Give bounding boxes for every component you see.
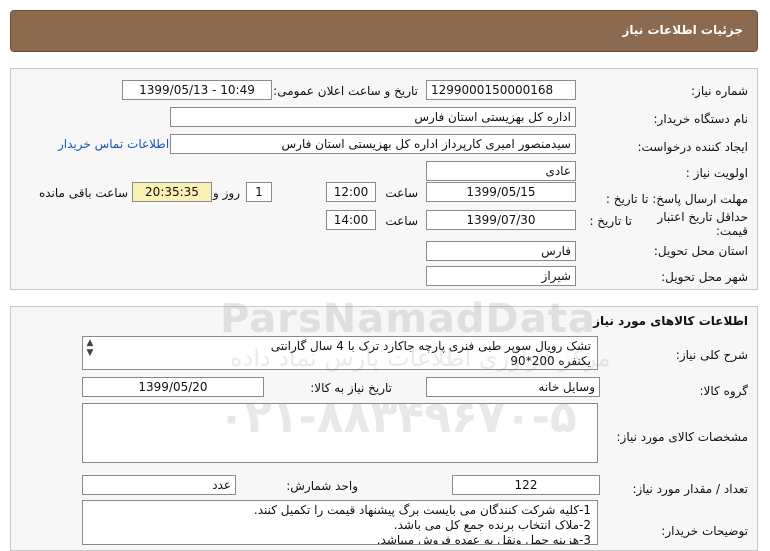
days-remaining-field: 1 [246, 182, 272, 202]
announce-datetime-field: 1399/05/13 - 10:49 [122, 80, 272, 100]
scroll-arrows-icon[interactable]: ▲ ▼ [84, 338, 96, 358]
city-field: شیراز [426, 266, 576, 286]
deadline-time-label: ساعت [385, 186, 418, 200]
announce-datetime-label: تاریخ و ساعت اعلان عمومی: [273, 84, 418, 98]
priority-label: اولویت نیاز : [685, 166, 748, 180]
province-label: استان محل تحویل: [653, 244, 748, 258]
page-header: جزئیات اطلاعات نیاز [10, 10, 758, 52]
buyer-notes-box[interactable]: 1-کلیه شرکت کنندگان می بایست برگ پیشنهاد… [82, 500, 598, 545]
validity-time-field: 14:00 [326, 210, 376, 230]
specs-box[interactable] [82, 403, 598, 463]
goods-group-label: گروه کالا: [699, 384, 749, 398]
need-date-label: تاریخ نیاز به کالا: [310, 381, 392, 395]
days-label: روز و [213, 186, 240, 200]
buyer-org-field: اداره کل بهزیستی استان فارس [170, 107, 576, 127]
description-label: شرح کلی نیاز: [675, 348, 748, 362]
need-number-field: 1299000150000168 [426, 80, 576, 100]
buyer-note-1: 1-کلیه شرکت کنندگان می بایست برگ پیشنهاد… [253, 503, 591, 517]
priority-field: عادی [426, 161, 576, 181]
creator-label: ایجاد کننده درخواست: [637, 140, 748, 154]
goods-group-field: وسایل خانه [426, 377, 600, 397]
validity-to-date-label: تا تاریخ : [589, 214, 632, 228]
quantity-label: تعداد / مقدار مورد نیاز: [632, 482, 748, 496]
deadline-time-field: 12:00 [326, 182, 376, 202]
buyer-contact-link[interactable]: اطلاعات تماس خریدار [58, 137, 169, 151]
description-box[interactable]: ▲ ▼ تشک رویال سوپر طبی فنری پارچه جاکارد … [82, 336, 598, 370]
remaining-label: ساعت باقی مانده [38, 186, 128, 200]
specs-label: مشخصات کالای مورد نیاز: [616, 430, 748, 444]
goods-section-title: اطلاعات کالاهای مورد نیاز [593, 314, 748, 328]
unit-label: واحد شمارش: [286, 479, 358, 493]
price-validity-label-text: حداقل تاریخ اعتبار قیمت: [657, 210, 748, 238]
description-line-2: یکنفره 200*90 [510, 354, 591, 368]
remaining-time-field: 20:35:35 [132, 182, 212, 202]
city-label: شهر محل تحویل: [661, 270, 748, 284]
buyer-org-label: نام دستگاه خریدار: [653, 112, 749, 126]
need-date-field: 1399/05/20 [82, 377, 264, 397]
page-title: جزئیات اطلاعات نیاز [622, 23, 743, 37]
validity-date-field: 1399/07/30 [426, 210, 576, 230]
need-number-label: شماره نیاز: [691, 84, 748, 98]
price-validity-label: حداقل تاریخ اعتبار قیمت: [636, 210, 748, 238]
need-info-panel [10, 68, 758, 290]
buyer-note-2: 2-ملاک انتخاب برنده جمع کل می باشد. [393, 518, 591, 532]
creator-field: سیدمنصور امیری کارپرداز اداره کل بهزیستی… [170, 134, 576, 154]
unit-field: عدد [82, 475, 236, 495]
quantity-field: 122 [452, 475, 600, 495]
buyer-notes-label: توضیحات خریدار: [661, 524, 748, 538]
validity-time-label: ساعت [385, 214, 418, 228]
description-line-1: تشک رویال سوپر طبی فنری پارچه جاکارد ترک… [270, 339, 591, 353]
province-field: فارس [426, 241, 576, 261]
deadline-date-field: 1399/05/15 [426, 182, 576, 202]
buyer-note-3: 3-هزینه حمل ونقل به عهده فروش میباشد. [376, 533, 591, 545]
deadline-label: مهلت ارسال پاسخ: تا تاریخ : [605, 192, 748, 206]
